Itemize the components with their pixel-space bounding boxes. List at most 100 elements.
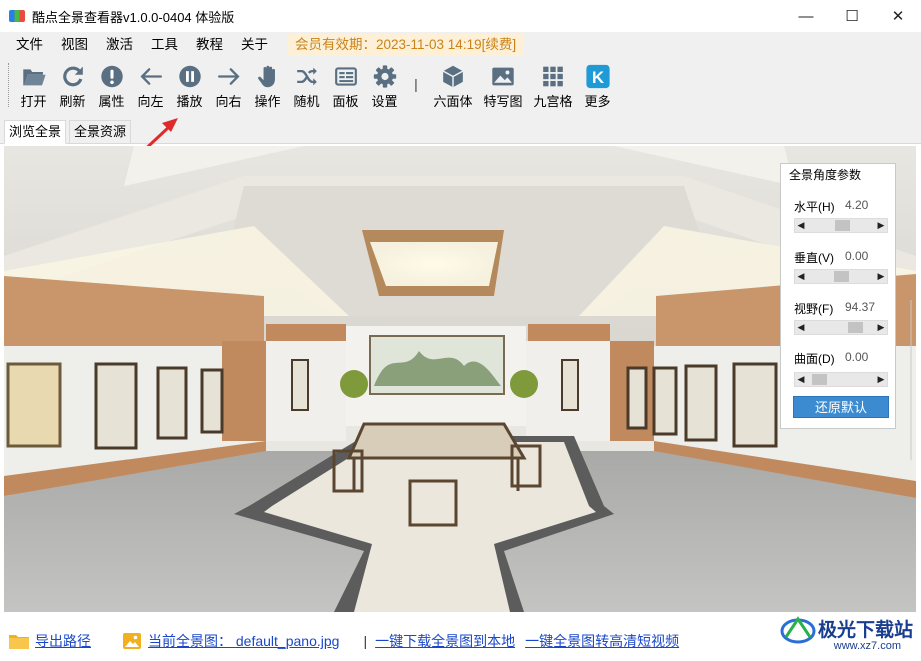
watermark-logo-icon [780, 616, 816, 644]
toolbar: 打开 刷新 属性 向左 播放 向右 操作 随机 面板 设置 | 六面体 特写图 … [0, 58, 921, 114]
more-button[interactable]: K 更多 [578, 58, 617, 110]
title-bar: 酷点全景查看器v1.0.0-0404 体验版 — ☐ ✕ [0, 0, 921, 32]
closeup-label: 特写图 [483, 94, 523, 109]
random-button[interactable]: 随机 [287, 58, 326, 110]
grid-label: 九宫格 [533, 94, 573, 109]
menu-tutorial[interactable]: 教程 [187, 32, 232, 58]
param-vertical-slider[interactable]: ◀ ▶ [794, 269, 888, 284]
toolbar-separator: | [414, 76, 418, 92]
angle-param-panel: 全景角度参数 水平(H) 4.20 ◀ ▶ 垂直(V) 0.00 ◀ ▶ 视野(… [780, 163, 896, 429]
slider-thumb[interactable] [848, 322, 863, 333]
minimize-button[interactable]: — [783, 0, 829, 32]
random-label: 随机 [293, 94, 320, 109]
refresh-label: 刷新 [59, 94, 86, 109]
left-label: 向左 [137, 94, 164, 109]
slider-left-arrow-icon[interactable]: ◀ [795, 219, 807, 232]
watermark-url: www.xz7.com [833, 640, 901, 652]
watermark-text: 极光下载站 [817, 619, 913, 641]
menu-view[interactable]: 视图 [52, 32, 97, 58]
settings-label: 设置 [371, 94, 398, 109]
open-button[interactable]: 打开 [14, 58, 53, 110]
image-icon [492, 67, 514, 86]
export-path-link[interactable]: 导出路径 [35, 631, 91, 651]
param-curve-value: 0.00 [845, 350, 869, 364]
toolbar-grip[interactable] [8, 63, 10, 107]
k-logo-icon: K [585, 64, 610, 89]
arrow-left-icon [139, 68, 162, 85]
play-label: 播放 [176, 94, 203, 109]
param-fov-slider[interactable]: ◀ ▶ [794, 320, 888, 335]
info-icon [100, 65, 123, 88]
slider-left-arrow-icon[interactable]: ◀ [795, 321, 807, 334]
param-horizontal-slider[interactable]: ◀ ▶ [794, 218, 888, 233]
tab-browse-panorama[interactable]: 浏览全景 [4, 120, 67, 144]
slider-right-arrow-icon[interactable]: ▶ [875, 373, 887, 386]
panel-label: 面板 [332, 94, 359, 109]
panel-icon [334, 67, 357, 86]
slider-left-arrow-icon[interactable]: ◀ [795, 373, 807, 386]
cube-icon [442, 65, 464, 88]
menu-activate[interactable]: 激活 [97, 32, 142, 58]
membership-badge[interactable]: 会员有效期：2023-11-03 14:19[续费] [287, 34, 525, 56]
play-button[interactable]: 播放 [170, 58, 209, 110]
close-button[interactable]: ✕ [875, 0, 921, 32]
param-curve-slider[interactable]: ◀ ▶ [794, 372, 888, 387]
current-pano-link[interactable]: 当前全景图： default_pano.jpg [148, 631, 339, 651]
maximize-button[interactable]: ☐ [829, 0, 875, 32]
grid-button[interactable]: 九宫格 [528, 58, 578, 110]
pause-icon [178, 65, 201, 88]
param-horizontal-label: 水平(H) [794, 200, 835, 214]
app-logo-icon [9, 10, 25, 22]
slider-left-arrow-icon[interactable]: ◀ [795, 270, 807, 283]
slider-thumb[interactable] [834, 271, 849, 282]
window-controls: — ☐ ✕ [783, 0, 921, 32]
panel-button[interactable]: 面板 [326, 58, 365, 110]
k-logo-letter: K [591, 68, 604, 87]
open-label: 打开 [20, 94, 47, 109]
menu-bar: 文件 视图 激活 工具 教程 关于 会员有效期：2023-11-03 14:19… [0, 32, 921, 58]
cube-label: 六面体 [433, 94, 473, 109]
right-button[interactable]: 向右 [209, 58, 248, 110]
hand-icon [257, 65, 275, 88]
reset-default-button[interactable]: 还原默认 [793, 396, 889, 418]
param-fov-label: 视野(F) [794, 302, 834, 316]
param-curve-label: 曲面(D) [794, 352, 835, 366]
right-scroll-indicator [910, 300, 912, 460]
bottom-separator: | [363, 633, 368, 649]
param-vertical-label: 垂直(V) [794, 251, 834, 265]
param-horizontal-value: 4.20 [845, 198, 869, 212]
slider-right-arrow-icon[interactable]: ▶ [875, 219, 887, 232]
properties-label: 属性 [98, 94, 125, 109]
folder-open-icon [22, 69, 46, 86]
picture-icon [123, 633, 141, 649]
slider-thumb[interactable] [835, 220, 850, 231]
download-pano-link[interactable]: 一键下载全景图到本地 [375, 631, 515, 651]
param-vertical-value: 0.00 [845, 249, 869, 263]
operate-button[interactable]: 操作 [248, 58, 287, 110]
pano-to-video-link[interactable]: 一键全景图转高清短视频 [525, 631, 679, 651]
refresh-button[interactable]: 刷新 [53, 58, 92, 110]
slider-right-arrow-icon[interactable]: ▶ [875, 321, 887, 334]
operate-label: 操作 [254, 94, 281, 109]
slider-thumb[interactable] [812, 374, 827, 385]
menu-tools[interactable]: 工具 [142, 32, 187, 58]
settings-button[interactable]: 设置 [365, 58, 404, 110]
gear-icon [373, 65, 396, 88]
refresh-icon [62, 66, 83, 87]
left-button[interactable]: 向左 [131, 58, 170, 110]
closeup-button[interactable]: 特写图 [478, 58, 528, 110]
arrow-right-icon [217, 68, 240, 85]
slider-right-arrow-icon[interactable]: ▶ [875, 270, 887, 283]
param-fov-value: 94.37 [845, 300, 876, 314]
menu-file[interactable]: 文件 [7, 32, 52, 58]
window-title: 酷点全景查看器v1.0.0-0404 体验版 [32, 9, 235, 25]
properties-button[interactable]: 属性 [92, 58, 131, 110]
more-label: 更多 [584, 94, 611, 109]
param-panel-title: 全景角度参数 [789, 168, 862, 182]
grid-icon [543, 66, 563, 87]
right-label: 向右 [215, 94, 242, 109]
shuffle-icon [296, 67, 317, 86]
folder-icon [9, 635, 29, 649]
menu-about[interactable]: 关于 [232, 32, 277, 58]
cube-button[interactable]: 六面体 [428, 58, 478, 110]
